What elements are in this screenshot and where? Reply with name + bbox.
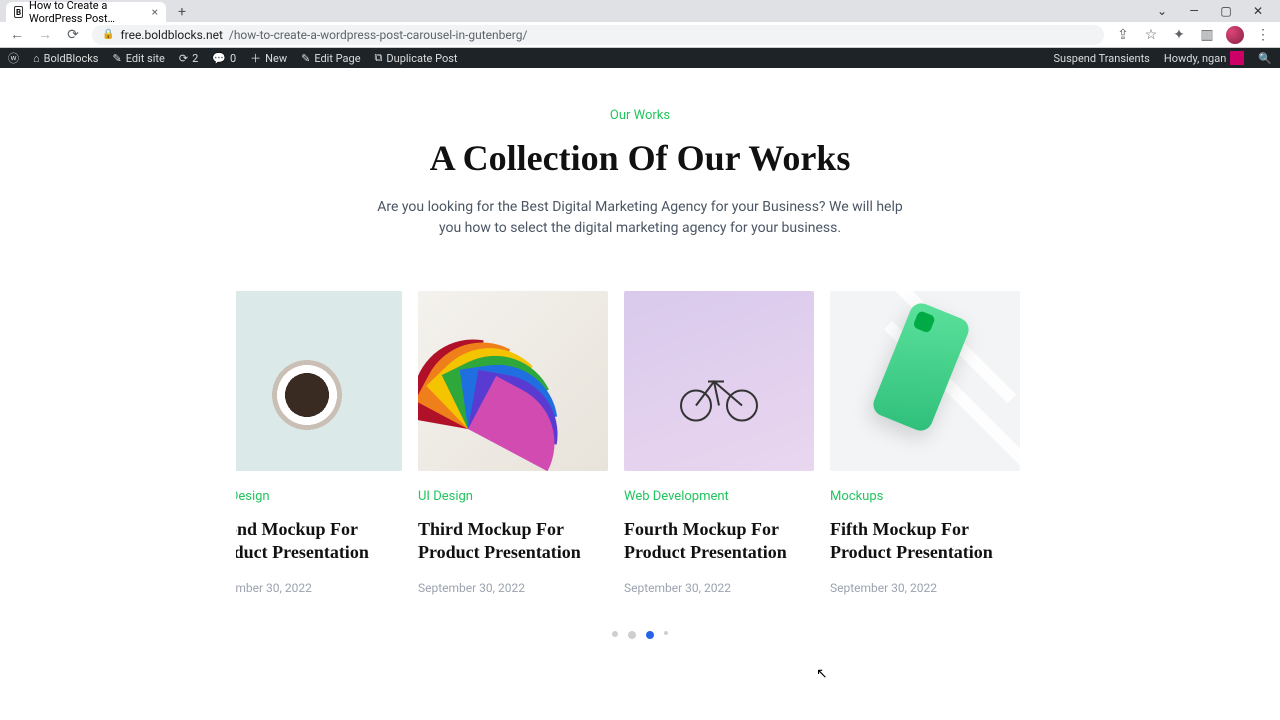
card-category: pp Design — [236, 489, 402, 504]
carousel-card[interactable]: Mockups Fifth Mockup For Product Present… — [830, 291, 1020, 595]
carousel-card[interactable]: pp Design econd Mockup For 'roduct Prese… — [236, 291, 402, 595]
url-path: /how-to-create-a-wordpress-post-carousel… — [229, 28, 528, 42]
minimize-icon[interactable]: — — [1178, 0, 1210, 22]
back-icon[interactable]: ← — [8, 26, 26, 43]
wp-updates[interactable]: ⟳ 2 — [179, 52, 198, 65]
wp-edit-page[interactable]: ✎ Edit Page — [301, 52, 360, 65]
wp-search-icon[interactable]: 🔍 — [1258, 52, 1272, 65]
tab-title: How to Create a WordPress Post… — [29, 0, 146, 25]
card-thumbnail — [624, 291, 814, 471]
duplicate-icon: ⧉ — [375, 51, 383, 65]
card-thumbnail — [418, 291, 608, 471]
profile-avatar[interactable] — [1226, 26, 1244, 44]
card-date: eptember 30, 2022 — [236, 581, 402, 595]
pencil-icon: ✎ — [301, 52, 310, 65]
url-field[interactable]: 🔒 free.boldblocks.net/how-to-create-a-wo… — [92, 25, 1104, 45]
chevron-down-icon[interactable]: ⌄ — [1146, 0, 1178, 22]
card-title: Fifth Mockup For Product Presentation — [830, 518, 1020, 563]
carousel-card[interactable]: Web Development Fourth Mockup For Produc… — [624, 291, 814, 595]
section-subtitle: Are you looking for the Best Digital Mar… — [370, 197, 910, 239]
wp-admin-bar: ⓦ ⌂ BoldBlocks ✎ Edit site ⟳ 2 💬 0 ＋ New… — [0, 48, 1280, 68]
wp-suspend-transients[interactable]: Suspend Transients — [1054, 52, 1150, 65]
carousel: pp Design econd Mockup For 'roduct Prese… — [236, 291, 1044, 595]
card-category: UI Design — [418, 489, 608, 504]
wp-logo-icon[interactable]: ⓦ — [8, 50, 19, 66]
kebab-menu-icon[interactable]: ⋮ — [1254, 27, 1272, 43]
lock-icon: 🔒 — [102, 29, 114, 40]
share-icon[interactable]: ⇪ — [1114, 27, 1132, 43]
toolbar-right: ⇪ ☆ ✦ ▥ ⋮ — [1114, 26, 1272, 44]
updates-icon: ⟳ — [179, 52, 188, 65]
close-window-icon[interactable]: ✕ — [1242, 0, 1274, 22]
pagination-dot-active[interactable] — [646, 631, 654, 639]
bicycle-icon — [674, 368, 764, 423]
url-domain: free.boldblocks.net — [120, 28, 222, 42]
card-category: Mockups — [830, 489, 1020, 504]
section-headline: A Collection Of Our Works — [0, 137, 1280, 179]
wp-comments[interactable]: 💬 0 — [212, 52, 236, 65]
pagination-dot[interactable] — [628, 631, 636, 639]
page-content: Our Works A Collection Of Our Works Are … — [0, 68, 1280, 639]
wp-site-link[interactable]: ⌂ BoldBlocks — [33, 52, 98, 65]
plus-icon: ＋ — [250, 50, 261, 66]
new-tab-button[interactable]: + — [172, 2, 192, 22]
section-eyebrow: Our Works — [0, 108, 1280, 123]
pencil-icon: ✎ — [112, 52, 121, 65]
home-icon: ⌂ — [33, 52, 40, 65]
wp-edit-site[interactable]: ✎ Edit site — [112, 52, 164, 65]
reload-icon[interactable]: ⟳ — [64, 27, 82, 43]
forward-icon[interactable]: → — [36, 26, 54, 43]
comment-icon: 💬 — [212, 52, 226, 65]
pagination-dot[interactable] — [664, 631, 668, 635]
card-title: Fourth Mockup For Product Presentation — [624, 518, 814, 563]
browser-chrome: B How to Create a WordPress Post… × + ⌄ … — [0, 0, 1280, 48]
carousel-card[interactable]: UI Design Third Mockup For Product Prese… — [418, 291, 608, 595]
address-bar: ← → ⟳ 🔒 free.boldblocks.net/how-to-creat… — [0, 22, 1280, 48]
mouse-cursor-icon: ↖ — [816, 666, 828, 682]
card-title: econd Mockup For 'roduct Presentation — [236, 518, 402, 563]
wp-new[interactable]: ＋ New — [250, 50, 287, 66]
card-date: September 30, 2022 — [418, 581, 608, 595]
pagination-dot[interactable] — [612, 631, 618, 637]
card-thumbnail — [830, 291, 1020, 471]
wp-howdy[interactable]: Howdy, ngan — [1164, 51, 1244, 65]
extensions-icon[interactable]: ✦ — [1170, 27, 1188, 43]
card-date: September 30, 2022 — [830, 581, 1020, 595]
browser-tab[interactable]: B How to Create a WordPress Post… × — [6, 2, 166, 22]
card-date: September 30, 2022 — [624, 581, 814, 595]
maximize-icon[interactable]: ▢ — [1210, 0, 1242, 22]
carousel-pagination — [0, 631, 1280, 639]
bookmark-icon[interactable]: ☆ — [1142, 27, 1160, 43]
sidepanel-icon[interactable]: ▥ — [1198, 27, 1216, 43]
tab-strip: B How to Create a WordPress Post… × + ⌄ … — [0, 0, 1280, 22]
card-category: Web Development — [624, 489, 814, 504]
carousel-track[interactable]: pp Design econd Mockup For 'roduct Prese… — [236, 291, 1020, 595]
user-avatar — [1230, 51, 1244, 65]
card-thumbnail — [236, 291, 402, 471]
window-controls: ⌄ — ▢ ✕ — [1146, 0, 1274, 22]
wp-duplicate[interactable]: ⧉ Duplicate Post — [375, 51, 458, 65]
card-title: Third Mockup For Product Presentation — [418, 518, 608, 563]
favicon-icon: B — [14, 6, 23, 18]
close-tab-icon[interactable]: × — [152, 5, 158, 19]
